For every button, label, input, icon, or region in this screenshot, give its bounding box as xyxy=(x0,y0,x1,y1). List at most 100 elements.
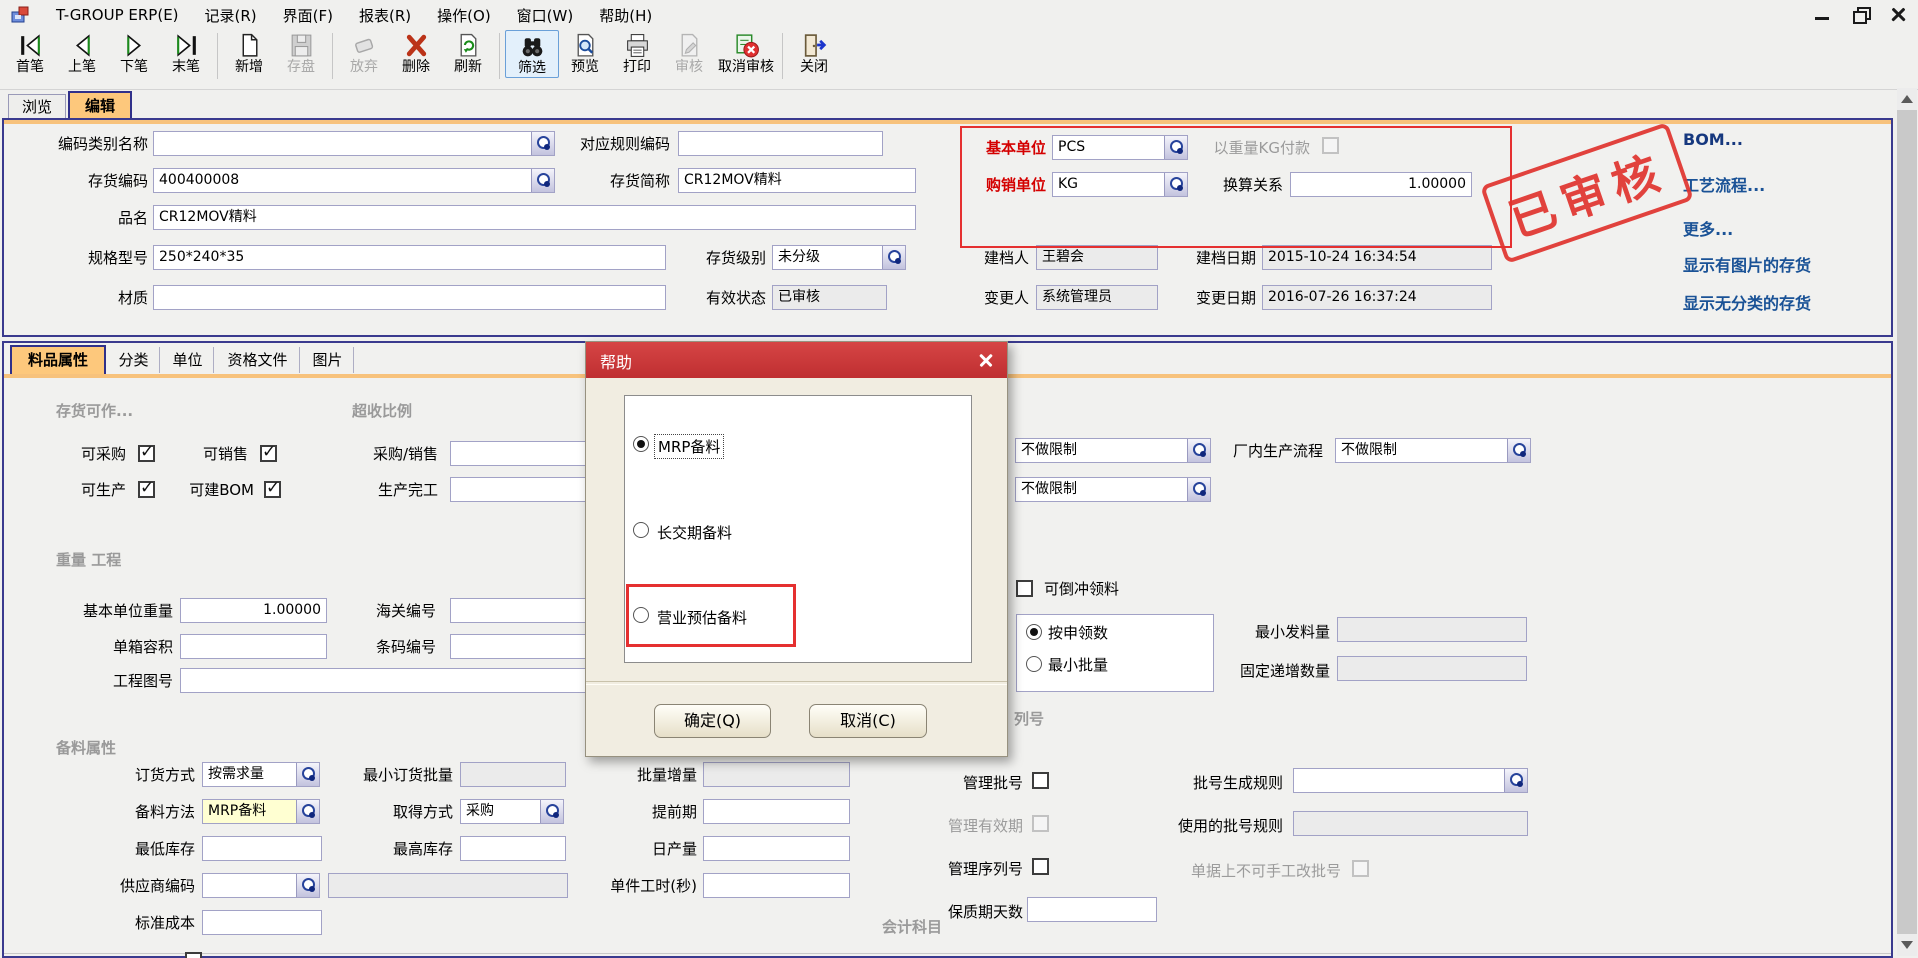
pay-by-weight-checkbox[interactable] xyxy=(1322,137,1339,154)
last-record-button[interactable]: 末笔 xyxy=(160,30,212,76)
lookup-icon[interactable] xyxy=(531,131,555,156)
base-unit-weight-field[interactable]: 1.00000 xyxy=(180,598,327,623)
unit-hours-field[interactable] xyxy=(703,873,850,898)
item-name-field[interactable]: CR12MOV精料 xyxy=(153,205,916,230)
menu-item-window[interactable]: 窗口(W) xyxy=(517,5,574,26)
sellable-checkbox[interactable] xyxy=(260,445,277,462)
lookup-icon[interactable] xyxy=(1507,438,1531,463)
lookup-icon[interactable] xyxy=(882,245,906,270)
order-mode-field[interactable]: 按需求量 xyxy=(202,762,320,787)
refresh-button[interactable]: 刷新 xyxy=(442,30,494,76)
audit-button[interactable]: 审核 xyxy=(663,30,715,76)
discard-button[interactable]: 放弃 xyxy=(338,30,390,76)
daily-output-field[interactable] xyxy=(703,836,850,861)
base-unit-field[interactable]: PCS xyxy=(1052,135,1188,160)
limit1-field[interactable]: 不做限制 xyxy=(1015,438,1211,463)
material-field[interactable] xyxy=(153,285,666,310)
more-link[interactable]: 更多... xyxy=(1683,216,1733,240)
issue-min-batch-radio[interactable] xyxy=(1026,656,1042,672)
manage-serial-checkbox[interactable] xyxy=(1032,858,1049,875)
tab-units[interactable]: 单位 xyxy=(162,347,214,373)
tab-edit[interactable]: 编辑 xyxy=(68,91,132,119)
tab-images[interactable]: 图片 xyxy=(302,347,354,373)
lookup-icon[interactable] xyxy=(1164,135,1188,160)
menu-item-operate[interactable]: 操作(O) xyxy=(437,5,491,26)
conversion-field[interactable]: 1.00000 xyxy=(1290,172,1472,197)
menu-item-record[interactable]: 记录(R) xyxy=(205,5,257,26)
manage-expiry-checkbox[interactable] xyxy=(1032,815,1049,832)
lookup-icon[interactable] xyxy=(296,873,320,898)
scroll-down-button[interactable] xyxy=(1897,934,1917,956)
cancel-audit-button[interactable]: 取消审核 xyxy=(715,30,777,76)
scroll-up-button[interactable] xyxy=(1897,88,1917,110)
tab-item-attributes[interactable]: 料品属性 xyxy=(10,345,106,374)
add-button[interactable]: 新增 xyxy=(223,30,275,76)
manage-batch-checkbox[interactable] xyxy=(1032,772,1049,789)
mrp-stock-option[interactable]: MRP备料 xyxy=(655,435,723,458)
tab-browse[interactable]: 浏览 xyxy=(8,94,66,119)
lookup-icon[interactable] xyxy=(1504,768,1528,793)
lookup-icon[interactable] xyxy=(296,762,320,787)
drawing-no-field[interactable] xyxy=(180,668,644,693)
lookup-icon[interactable] xyxy=(540,799,564,824)
batch-rule-field[interactable] xyxy=(1293,768,1528,793)
long-lead-stock-option[interactable]: 长交期备料 xyxy=(657,522,732,543)
no-manual-batch-checkbox[interactable] xyxy=(1352,860,1369,877)
print-button[interactable]: 打印 xyxy=(611,30,663,76)
minimize-icon[interactable] xyxy=(1812,4,1834,26)
shelf-days-field[interactable] xyxy=(1027,897,1157,922)
ok-button[interactable]: 确定(Q) xyxy=(654,704,771,738)
item-short-name-field[interactable]: CR12MOV精料 xyxy=(678,168,916,193)
menu-item-help[interactable]: 帮助(H) xyxy=(599,5,652,26)
show-unclassified-link[interactable]: 显示无分类的存货 xyxy=(1683,290,1811,314)
max-stock-field[interactable] xyxy=(460,836,566,861)
prev-record-button[interactable]: 上笔 xyxy=(56,30,108,76)
close-form-button[interactable]: 关闭 xyxy=(788,30,840,76)
box-volume-field[interactable] xyxy=(180,634,327,659)
next-record-button[interactable]: 下笔 xyxy=(108,30,160,76)
item-level-field[interactable]: 未分级 xyxy=(772,245,906,270)
purchasable-checkbox[interactable] xyxy=(138,445,155,462)
std-cost-field[interactable] xyxy=(202,910,322,935)
tab-classification[interactable]: 分类 xyxy=(108,347,160,373)
lookup-icon[interactable] xyxy=(1164,172,1188,197)
lookup-icon[interactable] xyxy=(531,168,555,193)
producible-checkbox[interactable] xyxy=(138,481,155,498)
tab-qualification-files[interactable]: 资格文件 xyxy=(216,347,300,373)
vertical-scrollbar[interactable] xyxy=(1897,88,1917,956)
delete-button[interactable]: 删除 xyxy=(390,30,442,76)
mrp-stock-radio[interactable] xyxy=(633,436,649,452)
limit2-field[interactable]: 不做限制 xyxy=(1015,477,1211,502)
restore-icon[interactable] xyxy=(1850,4,1872,26)
item-code-field[interactable]: 400400008 xyxy=(153,168,555,193)
menu-item-report[interactable]: 报表(R) xyxy=(359,5,411,26)
save-button[interactable]: 存盘 xyxy=(275,30,327,76)
code-category-field[interactable] xyxy=(153,131,555,156)
bom-link[interactable]: BOM... xyxy=(1683,130,1743,149)
filter-button[interactable]: 筛选 xyxy=(505,30,559,78)
factory-flow-field[interactable]: 不做限制 xyxy=(1335,438,1531,463)
menu-item-interface[interactable]: 界面(F) xyxy=(283,5,333,26)
rule-code-field[interactable] xyxy=(678,131,883,156)
issue-by-request-radio[interactable] xyxy=(1026,624,1042,640)
bom-checkbox[interactable] xyxy=(264,481,281,498)
stock-method-field[interactable]: MRP备料 xyxy=(202,799,320,824)
supplier-code-field[interactable] xyxy=(202,873,320,898)
preview-button[interactable]: 预览 xyxy=(559,30,611,76)
cancel-button[interactable]: 取消(C) xyxy=(809,704,927,738)
dialog-title-bar[interactable]: 帮助 xyxy=(586,342,1007,378)
long-lead-stock-radio[interactable] xyxy=(633,522,649,538)
spec-model-field[interactable]: 250*240*35 xyxy=(153,245,666,270)
show-with-image-link[interactable]: 显示有图片的存货 xyxy=(1683,252,1811,276)
min-stock-field[interactable] xyxy=(202,836,322,861)
lead-time-field[interactable] xyxy=(703,799,850,824)
process-flow-link[interactable]: 工艺流程... xyxy=(1683,172,1765,196)
close-icon[interactable] xyxy=(1888,4,1910,26)
trade-unit-field[interactable]: KG xyxy=(1052,172,1188,197)
acquire-mode-field[interactable]: 采购 xyxy=(460,799,564,824)
backflush-checkbox[interactable] xyxy=(1016,580,1033,597)
lookup-icon[interactable] xyxy=(296,799,320,824)
lookup-icon[interactable] xyxy=(1187,477,1211,502)
first-record-button[interactable]: 首笔 xyxy=(4,30,56,76)
menu-item-app[interactable]: T-GROUP ERP(E) xyxy=(56,6,179,24)
